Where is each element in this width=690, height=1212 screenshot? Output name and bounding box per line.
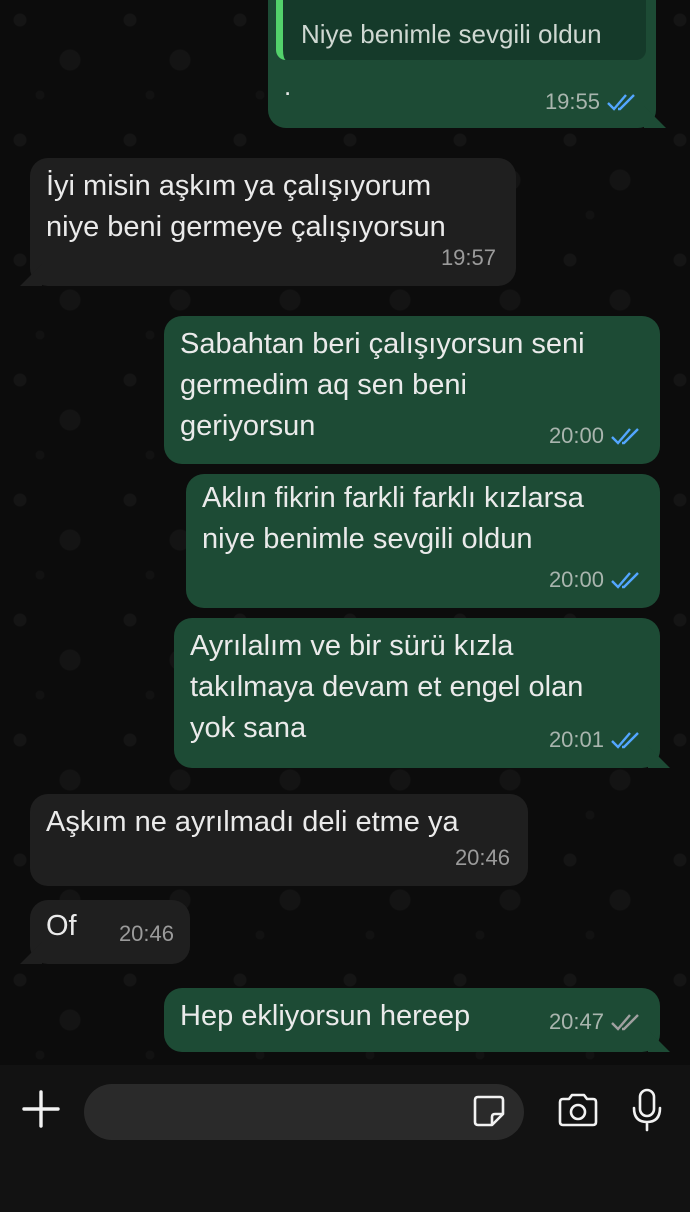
message-bubble-outgoing[interactable]: Aklın fikrin farkli farklı kızlarsa niye… xyxy=(186,474,660,608)
message-text: Aklın fikrin farkli farklı kızlarsa niye… xyxy=(202,482,584,555)
message-bubble-incoming[interactable]: Aşkım ne ayrılmadı deli etme ya 20:46 xyxy=(30,794,528,886)
message-bubble-outgoing[interactable]: Sabahtan beri çalışıyorsun seni germedim… xyxy=(164,316,660,464)
message-bubble-outgoing[interactable]: Niye benimle sevgili oldun . 19:55 xyxy=(268,0,666,128)
message-bubble-incoming[interactable]: İyi misin aşkım ya çalışıyorum niye beni… xyxy=(20,158,516,286)
message-meta: 20:00 xyxy=(549,559,642,600)
bubble-tail xyxy=(648,1030,670,1052)
microphone-icon[interactable] xyxy=(630,1088,664,1132)
message-meta: 20:01 xyxy=(549,719,642,760)
double-check-blue-icon xyxy=(611,731,639,749)
message-time: 20:00 xyxy=(548,567,604,592)
chat-area[interactable]: Niye benimle sevgili oldun . 19:55 İyi m… xyxy=(0,0,690,1065)
message-text: İyi misin aşkım ya çalışıyorum niye beni… xyxy=(46,170,446,243)
message-meta: 19:55 xyxy=(545,81,638,122)
plus-icon[interactable] xyxy=(22,1090,60,1128)
camera-icon[interactable] xyxy=(556,1092,600,1128)
quoted-message-text: Niye benimle sevgili oldun xyxy=(301,19,602,49)
message-meta: 19:57 xyxy=(441,237,496,278)
message-time: 20:46 xyxy=(118,921,174,946)
double-check-blue-icon xyxy=(607,93,635,111)
message-text: . xyxy=(284,71,292,101)
bubble-tail xyxy=(648,746,670,768)
message-time: 20:01 xyxy=(548,727,604,752)
message-meta: 20:46 xyxy=(119,913,174,954)
double-check-blue-icon xyxy=(611,427,639,445)
message-meta: 20:47 xyxy=(549,1001,642,1042)
bubble-tail xyxy=(644,106,666,128)
message-time: 20:00 xyxy=(548,423,604,448)
message-bubble-incoming[interactable]: Of 20:46 xyxy=(20,900,190,964)
message-time: 19:55 xyxy=(544,89,600,114)
message-bubble-outgoing[interactable]: Hep ekliyorsun hereep 20:47 xyxy=(164,988,670,1052)
message-input[interactable] xyxy=(84,1084,524,1140)
bubble-tail xyxy=(20,264,42,286)
double-check-blue-icon xyxy=(611,571,639,589)
message-time: 19:57 xyxy=(440,245,496,270)
message-text: Aşkım ne ayrılmadı deli etme ya xyxy=(46,806,459,838)
message-meta: 20:46 xyxy=(455,837,510,878)
double-check-grey-icon xyxy=(611,1013,639,1031)
quoted-message[interactable]: Niye benimle sevgili oldun xyxy=(276,0,646,60)
message-time: 20:46 xyxy=(454,845,510,870)
message-bubble-outgoing[interactable]: Ayrılalım ve bir sürü kızla takılmaya de… xyxy=(174,618,670,768)
message-meta: 20:00 xyxy=(549,415,642,456)
bubble-tail xyxy=(20,942,42,964)
sticker-icon[interactable] xyxy=(472,1094,506,1128)
message-time: 20:47 xyxy=(548,1009,604,1034)
